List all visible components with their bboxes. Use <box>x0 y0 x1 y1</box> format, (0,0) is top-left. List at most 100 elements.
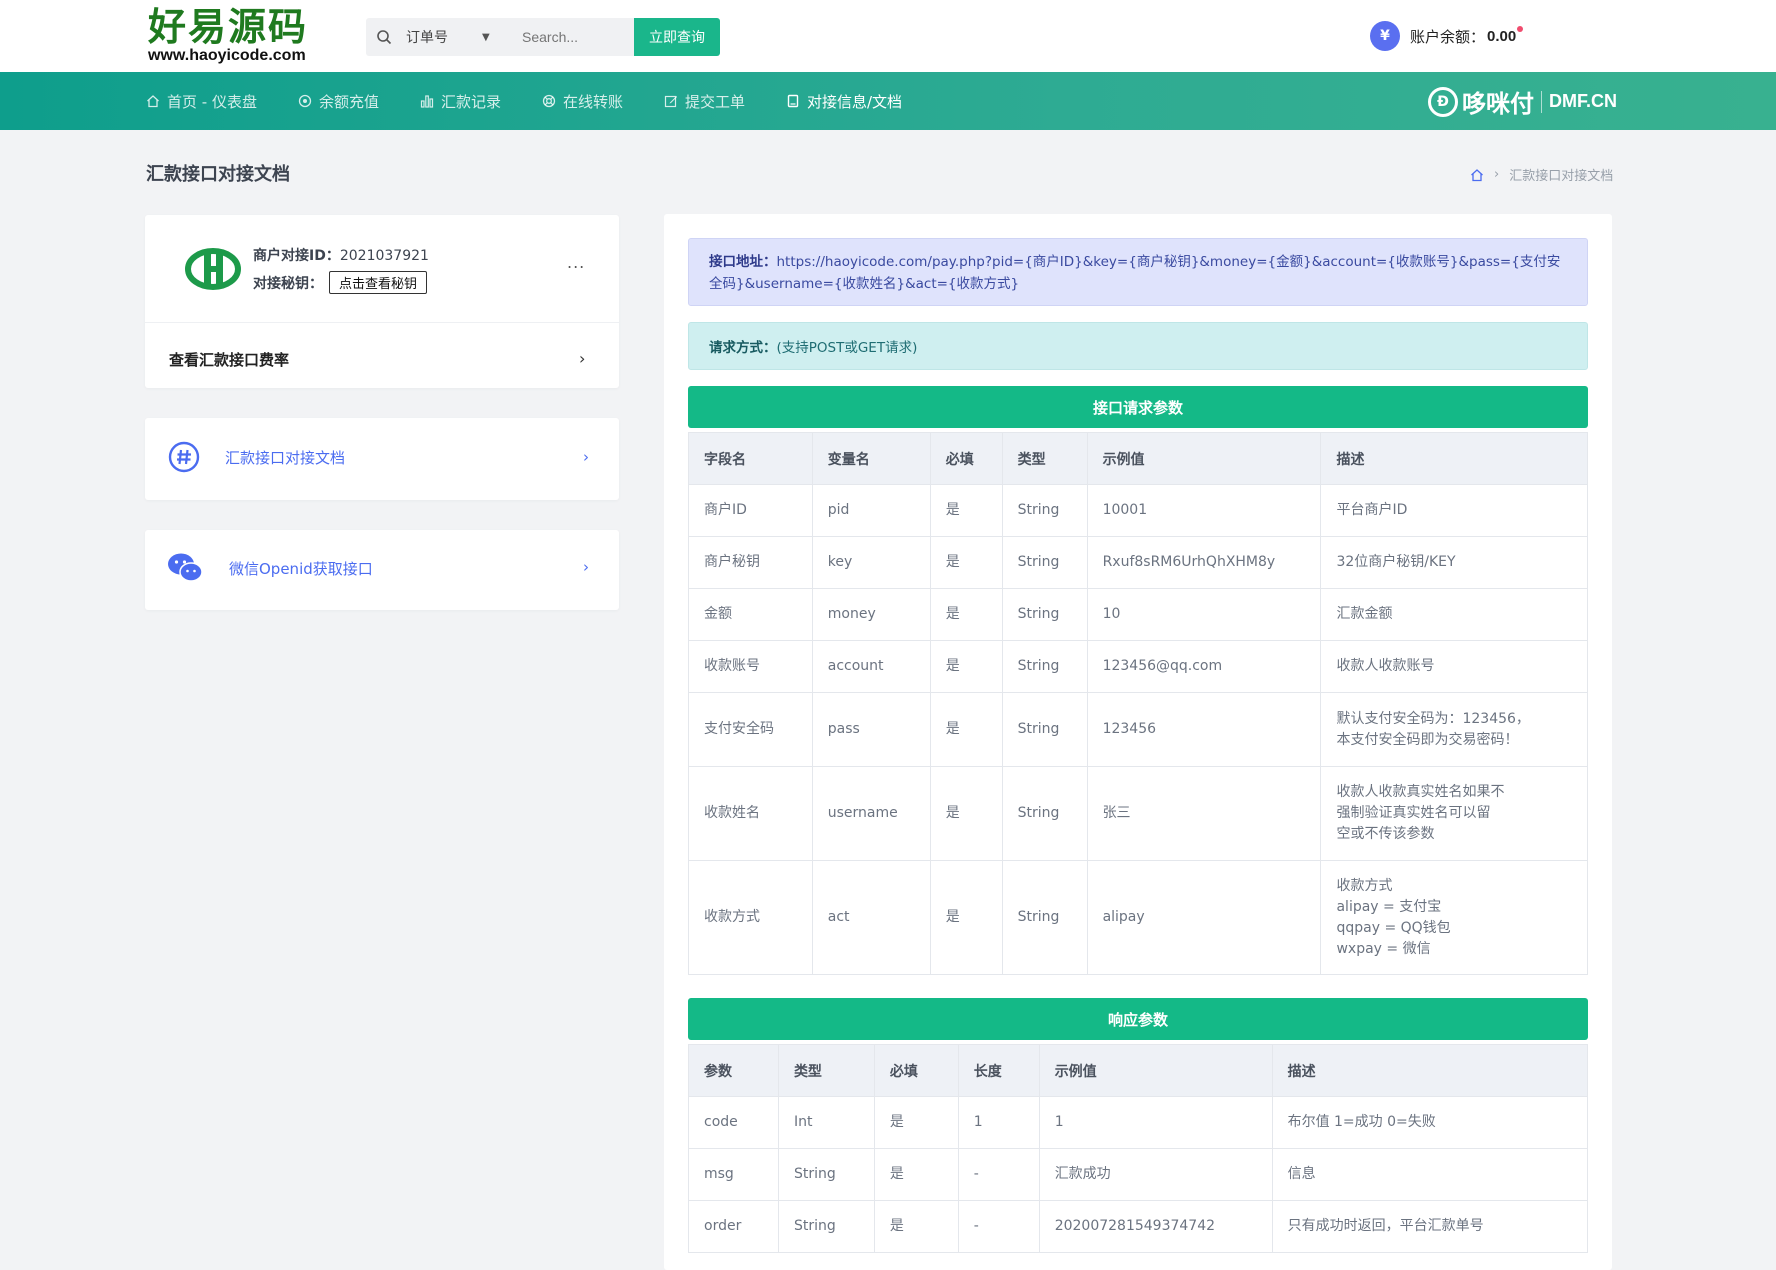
table-cell: 是 <box>929 692 1003 767</box>
column-header: 类型 <box>777 1044 875 1097</box>
nav-item-home[interactable]: 首页 - 仪表盘 <box>146 72 257 130</box>
table-cell: 是 <box>929 484 1003 537</box>
nav-label: 余额充值 <box>319 92 380 111</box>
view-secret-button[interactable]: 点击查看秘钥 <box>329 271 428 294</box>
table-cell: key <box>811 536 931 589</box>
table-cell: 1 <box>1038 1096 1273 1149</box>
merchant-logo-icon <box>185 245 241 297</box>
table-cell: String <box>1001 860 1088 975</box>
column-header: 示例值 <box>1086 432 1322 485</box>
nav-item-docs[interactable]: 对接信息/文档 <box>786 72 902 130</box>
edit-icon <box>664 95 677 108</box>
table-cell: 平台商户ID <box>1320 484 1588 537</box>
table-cell: 是 <box>929 536 1003 589</box>
table-cell: 汇款金额 <box>1320 588 1588 641</box>
wechat-link[interactable]: 微信Openid获取接口 <box>167 552 373 584</box>
table-cell: 张三 <box>1086 766 1322 861</box>
nav-item-ticket[interactable]: 提交工单 <box>664 72 745 130</box>
brand-mark-icon: Ð <box>1428 86 1458 117</box>
table-cell: act <box>811 860 931 975</box>
doc-link-card[interactable]: 汇款接口对接文档 › <box>145 418 619 500</box>
table-row: 收款方式 act 是 String alipay 收款方式 alipay = 支付宝 qq… <box>688 860 1588 975</box>
brand-name-cn: 哆咪付 <box>1462 90 1534 118</box>
nav-label: 在线转账 <box>563 92 624 111</box>
response-params-table: 参数 类型 必填 长度 示例值 描述 code Int 是 1 1 布尔值 1=成功 0=失败 msg… <box>688 1044 1589 1253</box>
doc-content: 接口地址：https://haoyicode.com/pay.php?pid={… <box>664 214 1612 1270</box>
nav-item-records[interactable]: 汇款记录 <box>420 72 501 130</box>
column-header: 示例值 <box>1038 1044 1273 1097</box>
search-button[interactable]: 立即查询 <box>634 18 720 56</box>
chevron-down-icon[interactable]: ▼ <box>482 32 522 43</box>
view-rate-link[interactable]: 查看汇款接口费率 <box>169 349 289 370</box>
chevron-right-icon[interactable]: › <box>583 558 589 576</box>
table-row: 金额 money 是 String 10 汇款金额 <box>688 588 1588 641</box>
table-cell: 支付安全码 <box>688 692 813 767</box>
table-cell: String <box>1001 692 1088 767</box>
wechat-icon <box>168 553 203 582</box>
table-cell: 商户秘钥 <box>688 536 813 589</box>
merchant-id: 商户对接ID：2021037921 <box>253 245 429 265</box>
nav-item-recharge[interactable]: 余额充值 <box>298 72 379 130</box>
merchant-card: 商户对接ID：2021037921 对接秘钥： 点击查看秘钥 ... 查看汇款接… <box>145 215 619 388</box>
table-cell: 收款人收款账号 <box>1320 640 1588 693</box>
divider <box>145 322 619 323</box>
table-row: order String 是 -202007281549374742 只有成功时返回，平… <box>688 1200 1589 1253</box>
table-cell: Rxuf8sRM6UrhQhXHM8y <box>1086 536 1322 589</box>
table-cell: 收款账号 <box>688 640 813 693</box>
doc-link[interactable]: 汇款接口对接文档 <box>167 440 345 474</box>
more-options-icon[interactable]: ... <box>567 253 585 272</box>
table-row: 支付安全码 pass 是 String 123456 默认支付安全码为：123456， 本… <box>688 692 1588 767</box>
brand-logo: Ð 哆咪付 DMF.CN <box>1428 84 1617 119</box>
wechat-link-label: 微信Openid获取接口 <box>229 559 373 578</box>
table-row: code Int 是 1 1 布尔值 1=成功 0=失败 <box>688 1096 1589 1149</box>
column-header: 变量名 <box>811 432 931 485</box>
table-cell: 10001 <box>1086 484 1322 537</box>
table-cell: money <box>811 588 931 641</box>
table-cell: 信息 <box>1271 1148 1589 1201</box>
document-icon <box>787 94 799 108</box>
table-cell: 金额 <box>688 588 813 641</box>
search-bar: 订单号 ▼ 立即查询 <box>366 18 720 56</box>
table-cell: 默认支付安全码为：123456， 本支付安全码即为交易密码！ <box>1320 692 1588 767</box>
nav-label: 提交工单 <box>685 92 746 111</box>
table-cell: 32位商户秘钥/KEY <box>1320 536 1588 589</box>
yen-icon: ¥ <box>1370 21 1400 51</box>
balance-value: 0.00 <box>1487 27 1517 45</box>
request-params-header: 接口请求参数 <box>688 386 1588 428</box>
table-cell: 202007281549374742 <box>1038 1200 1273 1253</box>
table-cell: 收款人收款真实姓名如果不 强制验证真实姓名可以留 空或不传该参数 <box>1320 766 1588 861</box>
search-type-select[interactable]: 订单号 <box>406 27 482 47</box>
table-row: 收款姓名 username 是 String 张三 收款人收款真实姓名如果不 强制验证真实… <box>688 766 1588 861</box>
table-cell: pid <box>811 484 931 537</box>
breadcrumb-current: 汇款接口对接文档 <box>1509 169 1614 184</box>
table-header-row: 参数 类型 必填 长度 示例值 描述 <box>688 1044 1589 1097</box>
table-cell: String <box>1001 536 1088 589</box>
account-balance[interactable]: ¥ 账户余额： 0.00 <box>1370 21 1524 51</box>
home-icon[interactable] <box>1470 168 1484 182</box>
site-logo[interactable]: 好易源码 www.haoyicode.com <box>148 6 308 64</box>
table-cell: alipay <box>1086 860 1322 975</box>
home-icon <box>147 95 159 108</box>
chevron-right-icon[interactable]: › <box>579 349 585 368</box>
table-cell: 汇款成功 <box>1038 1148 1273 1201</box>
search-input[interactable] <box>522 29 618 45</box>
search-icon <box>376 29 406 45</box>
table-cell: 收款姓名 <box>688 766 813 861</box>
api-url: https://haoyicode.com/pay.php?pid={商户ID}… <box>709 254 1561 292</box>
table-cell: 布尔值 1=成功 0=失败 <box>1271 1096 1589 1149</box>
table-cell: 收款方式 alipay = 支付宝 qqpay = QQ钱包 wxpay = 微… <box>1320 860 1588 975</box>
api-url-label: 接口地址： <box>709 254 777 270</box>
chevron-right-icon[interactable]: › <box>583 448 589 466</box>
nav-item-transfer[interactable]: 在线转账 <box>542 72 623 130</box>
table-cell: msg <box>688 1148 779 1201</box>
table-cell: 只有成功时返回，平台汇款单号 <box>1271 1200 1589 1253</box>
table-cell: - <box>957 1148 1040 1201</box>
wechat-link-card[interactable]: 微信Openid获取接口 › <box>145 530 619 610</box>
logo-url: www.haoyicode.com <box>148 47 306 64</box>
top-bar: 好易源码 www.haoyicode.com 订单号 ▼ 立即查询 ¥ 账户余额… <box>0 0 1776 72</box>
table-cell: String <box>777 1148 875 1201</box>
table-cell: - <box>957 1200 1040 1253</box>
table-cell: 123456 <box>1086 692 1322 767</box>
response-params-header: 响应参数 <box>688 998 1588 1040</box>
logo-text: 好易源码 <box>148 5 309 49</box>
